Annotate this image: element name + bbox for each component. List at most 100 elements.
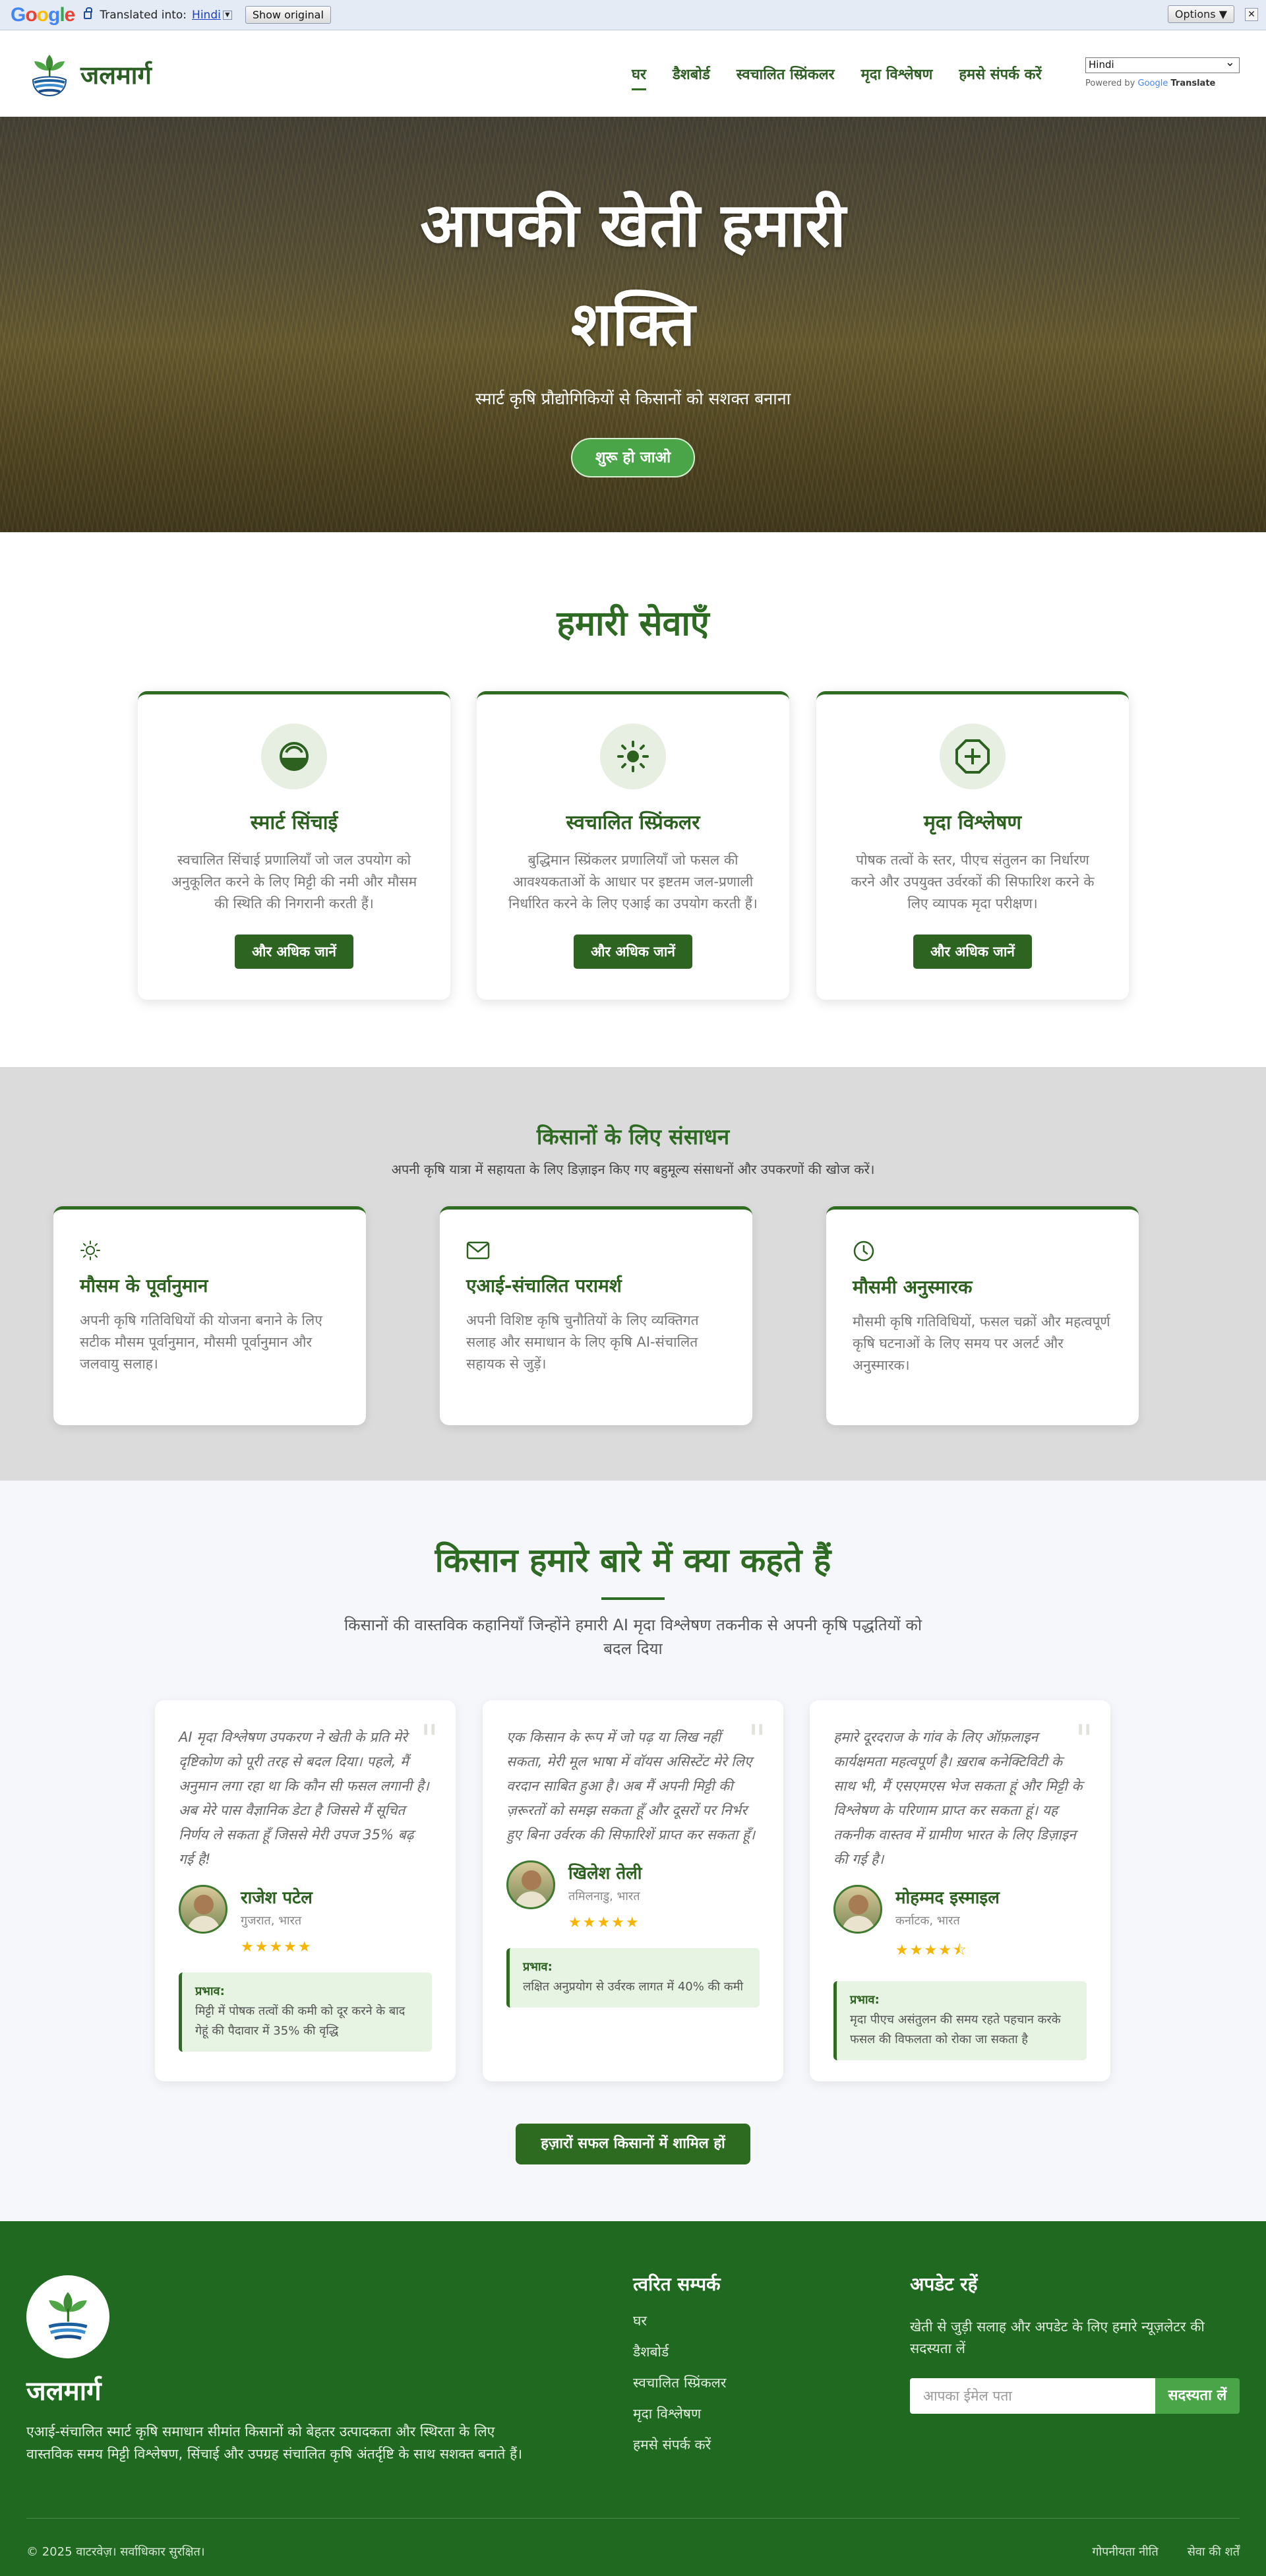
- learn-more-button[interactable]: और अधिक जानें: [913, 935, 1032, 969]
- hero-subtitle: स्मार्ट कृषि प्रौद्योगिकियों से किसानों …: [475, 389, 791, 408]
- testimonial-quote: एक किसान के रूप में जो पढ़ या लिख नहीं स…: [506, 1729, 756, 1843]
- star-rating: ★★★★⯪: [895, 1942, 968, 1959]
- resource-card-ai-consult[interactable]: एआई-संचालित परामर्श अपनी विशिष्ट कृषि चु…: [440, 1206, 752, 1425]
- footer-link-dashboard[interactable]: डैशबोर्ड: [633, 2343, 726, 2374]
- site-header: जलमार्ग घर डैशबोर्ड स्वचालित स्प्रिंकलर …: [0, 31, 1266, 117]
- avatar: [179, 1885, 227, 1934]
- join-farmers-button[interactable]: हज़ारों सफल किसानों में शामिल हों: [516, 2124, 750, 2164]
- learn-more-button[interactable]: और अधिक जानें: [574, 935, 692, 969]
- show-original-button[interactable]: Show original: [245, 6, 331, 24]
- resource-card-reminders[interactable]: मौसमी अनुस्मारक मौसमी कृषि गतिविधियों, फ…: [826, 1206, 1139, 1425]
- testimonials-title: किसान हमारे बारे में क्या कहते हैं: [435, 1541, 831, 1579]
- impact-text: मृदा पीएच असंतुलन की समय रहते पहचान करके…: [850, 2013, 1061, 2046]
- footer-logo: [26, 2275, 109, 2358]
- close-icon[interactable]: ✕: [1245, 8, 1258, 21]
- sun-icon: [600, 723, 666, 789]
- translated-into-label: Translated into:: [100, 8, 187, 22]
- impact-label: प्रभाव:: [850, 1993, 880, 2007]
- author-name: खिलेश तेली: [568, 1864, 642, 1884]
- service-description: पोषक तत्वों के स्तर, पीएच संतुलन का निर्…: [851, 852, 1095, 911]
- resource-description: अपनी विशिष्ट कृषि चुनौतियों के लिए व्यक्…: [466, 1312, 699, 1372]
- footer-link-soil-analysis[interactable]: मृदा विश्लेषण: [633, 2405, 726, 2436]
- service-title: स्वचालित स्प्रिंकलर: [566, 811, 700, 834]
- resource-description: मौसमी कृषि गतिविधियों, फसल चक्रों और महत…: [853, 1314, 1110, 1373]
- service-description: बुद्धिमान स्प्रिंकलर प्रणालियाँ जो फसल क…: [508, 852, 758, 911]
- resource-title: मौसम के पूर्वानुमान: [80, 1275, 208, 1297]
- avatar: [506, 1860, 555, 1909]
- author-location: तमिलनाडु, भारत: [568, 1889, 640, 1903]
- impact-box: प्रभाव: मिट्टी में पोषक तत्वों की कमी को…: [179, 1973, 432, 2052]
- services-title: हमारी सेवाएँ: [557, 604, 709, 644]
- nav-soil-analysis[interactable]: मृदा विश्लेषण: [861, 64, 933, 90]
- testimonial-card: " हमारे दूरदराज के गांव के लिए ऑफ़लाइन क…: [810, 1700, 1110, 2081]
- copyright: © 2025 वाटरवेज़। सर्वाधिकार सुरक्षित।: [26, 2545, 205, 2559]
- email-field[interactable]: आपका ईमेल पता: [910, 2378, 1155, 2414]
- resource-card-weather[interactable]: मौसम के पूर्वानुमान अपनी कृषि गतिविधियों…: [53, 1206, 366, 1425]
- service-title: स्मार्ट सिंचाई: [250, 811, 338, 834]
- impact-box: प्रभाव: लक्षित अनुप्रयोग से उर्वरक लागत …: [506, 1948, 760, 2008]
- author-name: मोहम्मद इस्माइल: [895, 1888, 1000, 1908]
- author-location: कर्नाटक, भारत: [895, 1914, 960, 1928]
- footer-description: एआई-संचालित स्मार्ट कृषि समाधान सीमांत क…: [26, 2424, 523, 2462]
- service-description: स्वचालित सिंचाई प्रणालियाँ जो जल उपयोग क…: [171, 852, 417, 911]
- subscribe-button[interactable]: सदस्यता लें: [1155, 2378, 1240, 2414]
- service-title: मृदा विश्लेषण: [923, 811, 1022, 834]
- footer-link-home[interactable]: घर: [633, 2312, 726, 2343]
- learn-more-button[interactable]: और अधिक जानें: [235, 935, 353, 969]
- site-footer: जलमार्ग एआई-संचालित स्मार्ट कृषि समाधान …: [0, 2221, 1266, 2576]
- star-rating: ★★★★★: [568, 1915, 640, 1931]
- chevron-down-icon[interactable]: ▼: [222, 10, 232, 20]
- mail-icon: [466, 1241, 490, 1260]
- updates-title: अपडेट रहें: [910, 2273, 978, 2295]
- drop-half-icon: [261, 723, 327, 789]
- sun-icon: [80, 1241, 100, 1260]
- brand-name: जलमार्ग: [80, 61, 152, 90]
- testimonial-card: " AI मृदा विश्लेषण उपकरण ने खेती के प्रत…: [155, 1700, 456, 2081]
- nav-home[interactable]: घर: [632, 64, 647, 90]
- nav-dashboard[interactable]: डैशबोर्ड: [673, 64, 710, 90]
- updates-text: खेती से जुड़ी सलाह और अपडेट के लिए हमारे…: [910, 2319, 1205, 2356]
- quote-mark-icon: ": [420, 1717, 438, 1763]
- testimonial-quote: हमारे दूरदराज के गांव के लिए ऑफ़लाइन कार…: [833, 1729, 1083, 1867]
- language-select[interactable]: Hindi: [1085, 55, 1240, 73]
- quick-links: घर डैशबोर्ड स्वचालित स्प्रिंकलर मृदा विश…: [633, 2312, 726, 2467]
- resource-title: मौसमी अनुस्मारक: [853, 1276, 973, 1298]
- footer-divider: [26, 2518, 1240, 2519]
- testimonial-author: मोहम्मद इस्माइल कर्नाटक, भारत ★★★★⯪: [833, 1885, 1087, 1964]
- testimonial-author: खिलेश तेली तमिलनाडु, भारत ★★★★★: [506, 1860, 760, 1931]
- impact-text: लक्षित अनुप्रयोग से उर्वरक लागत में 40% …: [523, 1980, 744, 1994]
- translate-language-link[interactable]: Hindi: [192, 9, 221, 22]
- plus-octagon-icon: [940, 723, 1006, 789]
- quote-mark-icon: ": [748, 1717, 766, 1763]
- impact-label: प्रभाव:: [523, 1960, 553, 1974]
- footer-brand-name: जलमार्ग: [26, 2376, 102, 2407]
- resource-title: एआई-संचालित परामर्श: [466, 1275, 622, 1297]
- author-name: राजेश पटेल: [241, 1888, 313, 1908]
- footer-link-contact[interactable]: हमसे संपर्क करें: [633, 2436, 726, 2467]
- impact-box: प्रभाव: मृदा पीएच असंतुलन की समय रहते पह…: [833, 1981, 1087, 2060]
- service-card-auto-sprinkler: स्वचालित स्प्रिंकलर बुद्धिमान स्प्रिंकलर…: [477, 691, 789, 1000]
- hero-title: आपकी खेती हमारी शक्ति: [420, 190, 846, 359]
- privacy-policy-link[interactable]: गोपनीयता नीति: [1092, 2544, 1158, 2560]
- testimonials-subtitle: किसानों की वास्तविक कहानियाँ जिन्होंने ह…: [344, 1616, 922, 1658]
- service-card-smart-irrigation: स्मार्ट सिंचाई स्वचालित सिंचाई प्रणालिया…: [138, 691, 450, 1000]
- translate-bar: Google Translated into: Hindi ▼ Show ori…: [0, 0, 1266, 30]
- nav-contact[interactable]: हमसे संपर्क करें: [959, 64, 1041, 90]
- legal-links: गोपनीयता नीति सेवा की शर्तें: [1092, 2544, 1240, 2560]
- lock-icon: [84, 7, 93, 19]
- clock-icon: [853, 1241, 874, 1262]
- brand-logo-link[interactable]: जलमार्ग: [29, 51, 152, 98]
- avatar: [833, 1885, 882, 1934]
- footer-link-auto-sprinkler[interactable]: स्वचालित स्प्रिंकलर: [633, 2374, 726, 2405]
- get-started-button[interactable]: शुरू हो जाओ: [571, 438, 695, 477]
- options-button[interactable]: Options ▼: [1167, 5, 1234, 23]
- leaf-water-logo-icon: [32, 55, 67, 97]
- main-nav: घर डैशबोर्ड स्वचालित स्प्रिंकलर मृदा विश…: [632, 64, 1042, 90]
- leaf-water-logo-icon: [48, 2292, 88, 2340]
- nav-auto-sprinkler[interactable]: स्वचालित स्प्रिंकलर: [737, 64, 835, 90]
- quick-links-title: त्वरित सम्पर्क: [633, 2273, 721, 2295]
- star-rating: ★★★★★: [241, 1939, 313, 1955]
- terms-link[interactable]: सेवा की शर्तें: [1188, 2544, 1240, 2560]
- title-underline: [601, 1597, 665, 1600]
- powered-by-google-translate: Powered by Google Translate: [1085, 78, 1216, 88]
